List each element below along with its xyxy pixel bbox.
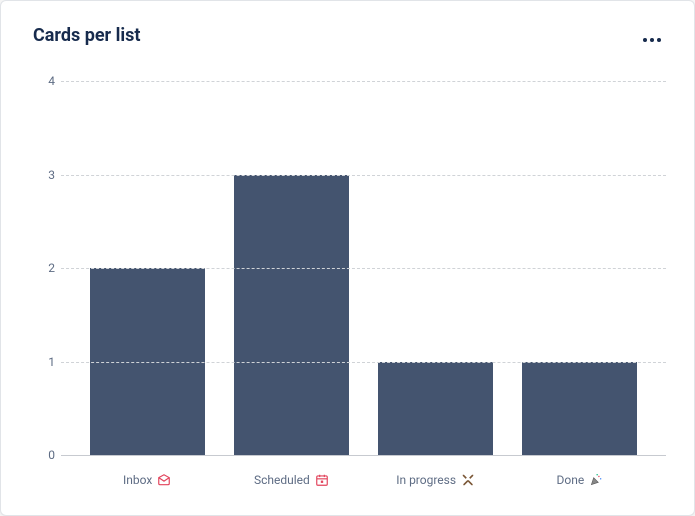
bar[interactable]: [522, 362, 637, 456]
plot-region: 01234: [61, 81, 666, 455]
bar[interactable]: [234, 175, 349, 456]
x-tick-text: In progress: [396, 473, 456, 487]
chart-area: 01234 InboxScheduledIn progressDone: [1, 51, 694, 515]
x-tick-text: Inbox: [123, 473, 152, 487]
grid-line: [61, 268, 666, 269]
grid-line: [61, 362, 666, 363]
grid-line: [61, 81, 666, 82]
card-header: Cards per list: [1, 1, 694, 51]
tada-icon: [589, 473, 603, 487]
y-tick-label: 2: [31, 261, 55, 275]
bar[interactable]: [378, 362, 493, 456]
grid-line: [61, 455, 666, 456]
x-tick-label: In progress: [364, 473, 508, 487]
y-tick-label: 3: [31, 168, 55, 182]
more-horizontal-icon: [643, 23, 661, 47]
calendar-icon: [315, 473, 329, 487]
x-tick-text: Done: [557, 473, 585, 487]
y-tick-label: 4: [31, 74, 55, 88]
hammers-icon: [461, 473, 475, 487]
x-tick-label: Inbox: [75, 473, 219, 487]
y-tick-label: 1: [31, 355, 55, 369]
inbox-icon: [157, 473, 171, 487]
more-options-button[interactable]: [636, 19, 668, 51]
grid-line: [61, 175, 666, 176]
x-axis-labels: Inbox Scheduled In progress Done: [61, 473, 666, 487]
x-tick-label: Done: [508, 473, 652, 487]
y-tick-label: 0: [31, 448, 55, 462]
x-tick-text: Scheduled: [254, 473, 310, 487]
chart-card: Cards per list 01234 InboxScheduledIn pr…: [0, 0, 695, 516]
card-title: Cards per list: [33, 25, 140, 46]
x-tick-label: Scheduled: [219, 473, 363, 487]
